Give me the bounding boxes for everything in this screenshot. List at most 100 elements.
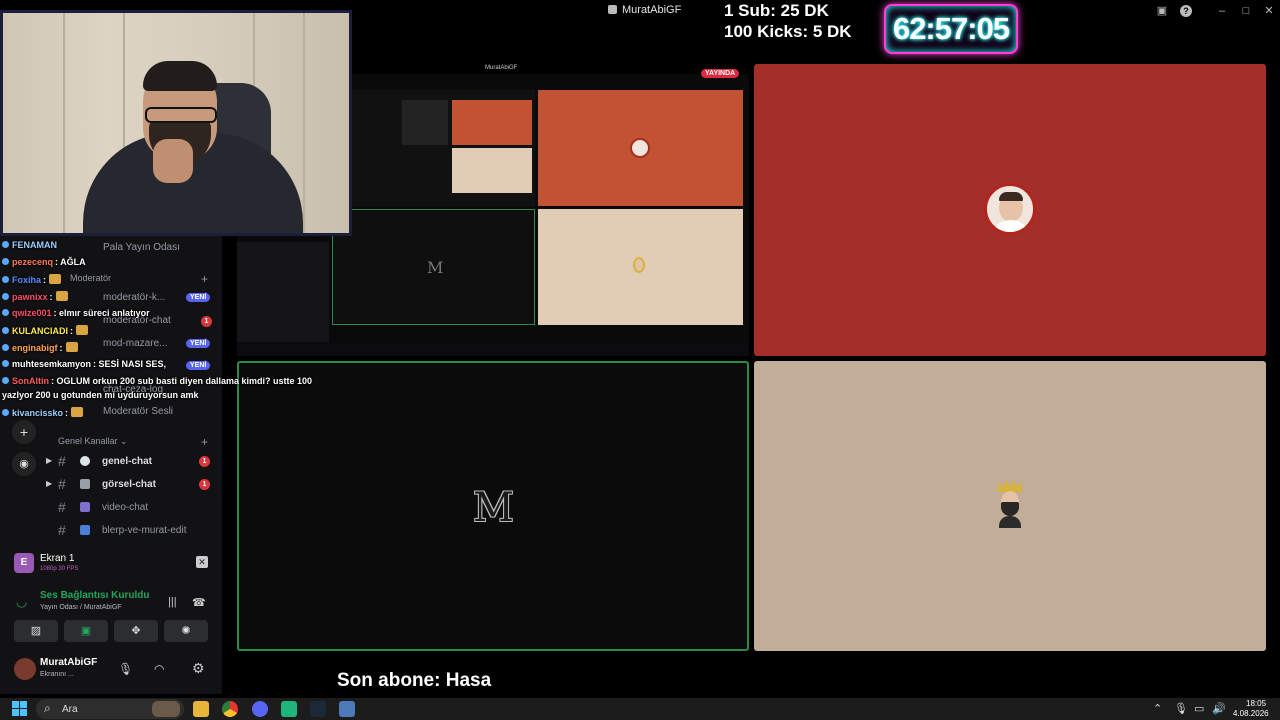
search-highlight-image — [152, 701, 180, 717]
microphone-icon[interactable]: 🎙 — [1174, 702, 1188, 715]
add-channel-icon[interactable]: + — [201, 272, 208, 286]
subscriber-badge-icon — [2, 409, 9, 416]
file-explorer-icon[interactable] — [193, 701, 209, 717]
calculator-icon[interactable] — [339, 701, 355, 717]
user-name: MuratAbiGF — [40, 657, 98, 668]
chat-emote-icon — [76, 325, 88, 335]
unread-badge: 1 — [201, 316, 212, 327]
screen-share-status: E Ekran 1 1080p 30 FPS ✕ — [6, 546, 214, 580]
channel-blerp-ve-murat-edit[interactable]: # blerp-ve-murat-edit — [46, 521, 216, 541]
voice-status[interactable]: Ses Bağlantısı Kuruldu — [40, 590, 149, 601]
disconnect-icon[interactable]: ☎ — [192, 596, 206, 609]
subscriber-badge-icon — [2, 344, 9, 351]
window-title: MuratAbiGF — [608, 4, 681, 16]
ghost-channel-moderator-sesli[interactable]: Moderatör Sesli — [103, 406, 173, 417]
minimize-icon[interactable]: – — [1216, 5, 1228, 17]
headphones-icon[interactable]: ◠ — [154, 662, 164, 676]
mini-king-avatar — [633, 257, 645, 273]
channel-genel-chat[interactable]: ▶ # genel-chat 1 — [46, 452, 216, 472]
ghost-channel-moderator-k[interactable]: moderatör-k... — [103, 292, 165, 303]
ghost-channel-mod-mazare[interactable]: mod-mazare... — [103, 338, 167, 349]
chat-username: kivancissko — [12, 408, 64, 418]
windows-taskbar: ⌕ Ara ⌃ 🎙 ▭ 🔊 18:05 4.08.2026 — [0, 698, 1280, 720]
voice-location: Yayın Odası / MuratAbiGF — [40, 604, 122, 611]
ghost-channel-pala[interactable]: Pala Yayın Odası — [103, 242, 180, 253]
chat-message: KULANCIADI: — [2, 325, 88, 336]
chat-message: muhtesemkamyon: SESİ NASI SES, — [2, 359, 166, 369]
chat-text: : elmır süreci anlatıyor — [53, 308, 150, 318]
king-avatar — [996, 480, 1024, 530]
search-placeholder: Ara — [62, 704, 78, 715]
stop-share-icon[interactable]: ✕ — [196, 556, 208, 568]
discord-icon[interactable] — [252, 701, 268, 717]
chat-username: KULANCIADI — [12, 326, 68, 336]
mini-taskbar — [237, 344, 749, 356]
channel-label: video-chat — [102, 502, 149, 513]
chat-text: : AĞLA — [55, 257, 86, 267]
channel-label: görsel-chat — [102, 479, 156, 490]
subscriber-badge-icon — [2, 276, 9, 283]
display-icon[interactable]: ▭ — [1194, 702, 1204, 715]
participant-avatar — [984, 183, 1036, 235]
chat-username: SonAltin — [12, 376, 49, 386]
subscriber-badge-icon — [2, 360, 9, 367]
volume-icon[interactable]: 🔊 — [1212, 702, 1226, 715]
channel-gorsel-chat[interactable]: ▶ # görsel-chat 1 — [46, 475, 216, 495]
category-genel-kanallar[interactable]: Genel Kanallar ⌄ — [58, 436, 128, 447]
soundboard-button[interactable]: ✺ — [164, 620, 208, 642]
screen-share-quality: 1080p 30 FPS — [40, 566, 79, 572]
inbox-icon[interactable]: ▣ — [1156, 5, 1168, 17]
clock-time[interactable]: 18:05 — [1246, 699, 1266, 708]
participant-placeholder-letter: M — [473, 485, 514, 531]
microphone-icon[interactable]: 🎙 — [118, 662, 133, 676]
chrome-icon[interactable] — [222, 701, 238, 717]
signal-icon: ◡ — [16, 594, 28, 609]
chat-text: : — [65, 408, 69, 418]
chat-username: muhtesemkamyon — [12, 359, 92, 369]
maximize-icon[interactable]: □ — [1240, 5, 1252, 17]
kick-app-icon[interactable] — [281, 701, 297, 717]
chat-message: Foxiha: — [2, 274, 62, 285]
channel-video-chat[interactable]: # video-chat — [46, 498, 216, 518]
chevron-up-icon[interactable]: ⌃ — [1153, 702, 1162, 715]
share-screen-button[interactable]: ▣ — [64, 620, 108, 642]
chat-username: pezecenq — [12, 257, 54, 267]
help-icon[interactable]: ? — [1180, 5, 1192, 17]
avatar[interactable] — [14, 658, 36, 680]
mini-placeholder-letter: M — [427, 258, 444, 277]
chat-message: qwize001: elmır süreci anlatıyor — [2, 308, 150, 318]
windows-start-icon[interactable] — [12, 701, 28, 717]
webcam-overlay — [0, 10, 352, 236]
subscriber-badge-icon — [2, 258, 9, 265]
noise-suppression-icon[interactable]: ||| — [168, 596, 177, 608]
chat-message: pezecenq: AĞLA — [2, 257, 86, 267]
steam-icon[interactable] — [310, 701, 326, 717]
add-channel-icon[interactable]: + — [201, 435, 208, 449]
share-window-title: MuratAbiGF — [485, 65, 518, 71]
chat-text: : — [70, 326, 73, 336]
user-panel: MuratAbiGF Ekranını ... 🎙 ◠ ⚙ — [6, 652, 216, 688]
chat-message: pawnixx: — [2, 291, 68, 302]
add-server-icon[interactable]: + — [12, 420, 36, 444]
user-status: Ekranını ... — [40, 671, 74, 678]
mini-sidebar — [237, 242, 329, 342]
clock-date[interactable]: 4.08.2026 — [1233, 709, 1269, 718]
chat-text: : OGLUM orkun 200 sub basti diyen dallam… — [51, 376, 313, 386]
chat-emote-icon — [65, 342, 78, 352]
last-subscriber-ticker: Son abone: Hasa — [337, 670, 492, 691]
chat-text: : SESİ NASI SES, — [93, 359, 167, 369]
close-icon[interactable]: ✕ — [1263, 5, 1275, 17]
kick-goal-text: 100 Kicks: 5 DK — [724, 22, 852, 41]
fast-forward-icon — [80, 525, 90, 535]
activities-button[interactable]: ✥ — [114, 620, 158, 642]
camera-off-button[interactable]: ▨ — [14, 620, 58, 642]
taskbar-search[interactable]: ⌕ Ara — [36, 699, 184, 719]
chat-message: yazlyor 200 u gotunden mi uyduruyorsun a… — [2, 390, 199, 400]
unread-badge: 1 — [199, 456, 210, 467]
settings-gear-icon[interactable]: ⚙ — [192, 660, 205, 677]
chat-message: enginabigf: — [2, 342, 78, 353]
hash-icon: # — [58, 476, 66, 492]
ghost-category-moderator[interactable]: Moderatör — [70, 273, 111, 283]
chat-text: : — [49, 292, 53, 302]
discover-icon[interactable]: ◉ — [12, 452, 36, 476]
